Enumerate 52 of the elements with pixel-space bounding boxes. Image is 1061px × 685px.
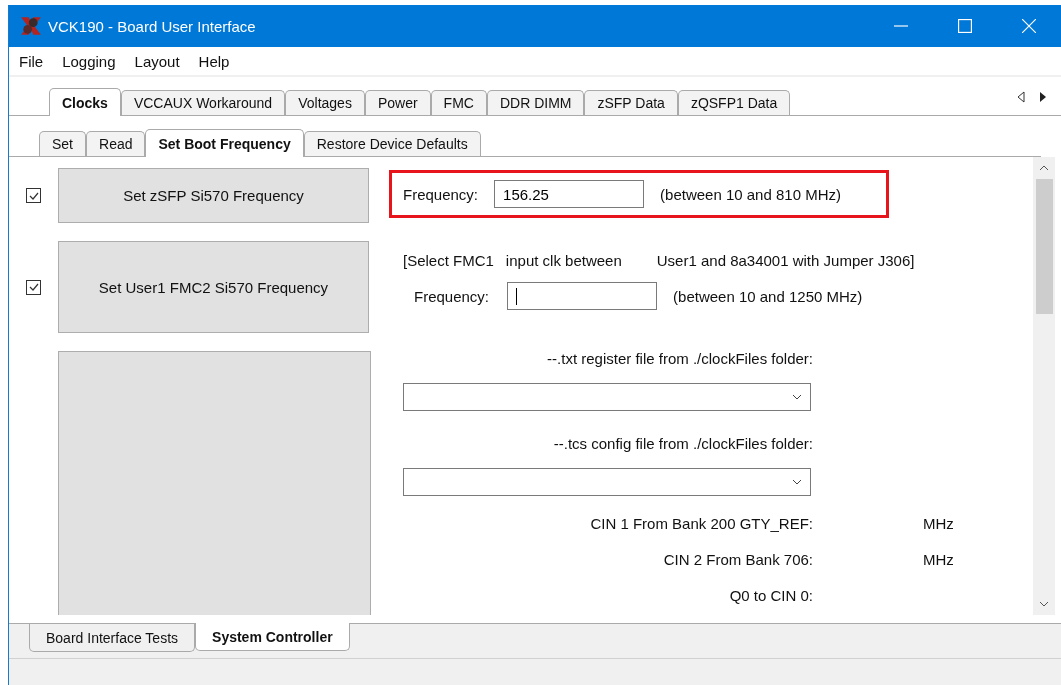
tab[interactable]: Set (39, 131, 86, 156)
set-frequency-button[interactable]: Set User1 FMC2 Si570 Frequency (58, 241, 369, 333)
range-hint: (between 10 and 810 MHz) (660, 185, 841, 203)
field-label: Frequency: (403, 185, 479, 203)
tab[interactable]: Power (364, 90, 431, 115)
scroll-left-icon[interactable] (1017, 91, 1025, 103)
unit-label: MHz (923, 515, 954, 532)
tab[interactable]: Read (86, 131, 146, 156)
chevron-down-icon (792, 394, 802, 400)
file-dropdown[interactable] (403, 468, 811, 496)
scroll-right-icon[interactable] (1039, 91, 1047, 103)
tab[interactable]: Board Interface Tests (29, 624, 196, 652)
set-frequency-button[interactable]: Set zSFP Si570 Frequency (58, 168, 369, 223)
file-label: --.tcs config file from ./clockFiles folder: (552, 435, 813, 452)
maximize-icon (958, 19, 972, 33)
frequency-field[interactable]: 156.25 (494, 180, 645, 208)
close-icon (1022, 19, 1036, 33)
reading-label: CIN 2 From Bank 706: (662, 551, 813, 568)
scrollbar-thumb[interactable] (1035, 179, 1053, 314)
tab[interactable]: zQSFP1 Data (677, 90, 791, 115)
tab[interactable]: Set Boot Frequency (145, 129, 304, 157)
range-hint: (between 10 and 1250 MHz) (673, 287, 863, 305)
file-label: --.txt register file from ./clockFiles folder: (546, 350, 813, 367)
menu-item[interactable]: Logging (62, 52, 116, 70)
tab[interactable]: Restore Device Defaults (303, 131, 481, 156)
menu-item[interactable]: Help (198, 52, 230, 70)
chevron-down-icon[interactable] (1039, 601, 1049, 607)
menu-item[interactable]: File (19, 52, 44, 70)
vertical-scrollbar[interactable] (1033, 157, 1055, 615)
tab[interactable]: DDR DIMM (486, 90, 585, 115)
menu-item[interactable]: Layout (134, 52, 180, 70)
tab[interactable]: System Controller (195, 623, 350, 651)
tab[interactable]: Voltages (285, 90, 365, 115)
file-dropdown[interactable] (403, 383, 811, 411)
unit-label: MHz (923, 551, 954, 568)
tab[interactable]: Clocks (49, 88, 121, 116)
note-text: User1 and 8a34001 with Jumper J306] (656, 252, 915, 269)
chevron-up-icon[interactable] (1039, 165, 1049, 171)
tab[interactable]: FMC (430, 90, 487, 115)
checkbox[interactable] (26, 188, 41, 203)
note-text: input clk between (505, 252, 622, 269)
window-title: VCK190 - Board User Interface (48, 17, 256, 35)
field-label: Frequency: (414, 287, 490, 305)
frequency-field[interactable] (507, 282, 658, 310)
checkbox[interactable] (26, 279, 41, 295)
note-text: [Select FMC1 (403, 252, 494, 269)
reading-label: Q0 to CIN 0: (728, 587, 813, 604)
chevron-down-icon (792, 479, 802, 485)
tab[interactable]: zSFP Data (584, 90, 678, 115)
tab[interactable]: VCCAUX Workaround (120, 90, 286, 115)
gear-logo-icon (20, 15, 42, 37)
reading-label: CIN 1 From Bank 200 GTY_REF: (589, 515, 813, 532)
